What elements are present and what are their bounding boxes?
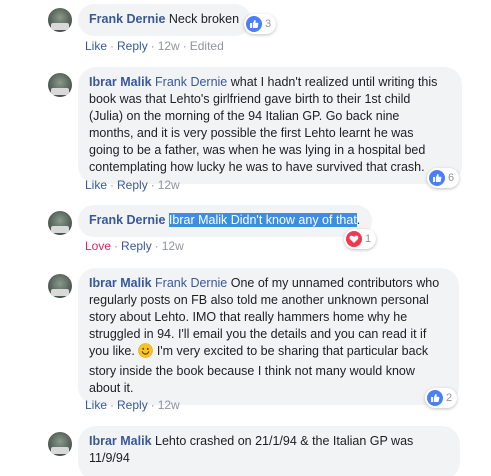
comment-line: contemplating how lucky he was to have s… [89,160,425,174]
reaction-count: 3 [265,18,272,30]
reaction-count-badge[interactable]: 6 [427,168,460,188]
like-icon [429,170,445,186]
reaction-count: 1 [365,233,372,245]
reply-link[interactable]: Reply [117,398,148,412]
comment-author[interactable]: Ibrar Malik [89,434,152,448]
comment-line: months, and it is very possible the firs… [89,126,414,140]
comment-line: (Julia) on the morning of the 94 Italian… [89,109,400,123]
reaction-count-badge[interactable]: 3 [244,14,277,34]
separator-dot: · [114,239,119,253]
comment-author[interactable]: Frank Dernie [89,213,165,227]
love-link[interactable]: Love [85,239,111,253]
reply-link[interactable]: Reply [117,178,148,192]
avatar[interactable] [48,432,72,456]
smiley-emoji-icon [138,343,154,363]
comment-actions: Like · Reply · 12w · Edited [85,38,224,54]
comment-line: going to be a father, was when he was ly… [89,143,426,157]
comment-line: struggled in 94. I'll email you the deta… [89,327,427,341]
comment-bubble: Ibrar Malik Lehto crashed on 21/1/94 & t… [78,426,460,476]
avatar[interactable] [48,8,72,32]
like-icon [427,390,443,406]
comment-bubble: Ibrar Malik Frank Dernie One of my unnam… [78,268,459,405]
reply-link[interactable]: Reply [121,239,152,253]
comment-author[interactable]: Ibrar Malik [89,276,152,290]
reply-link[interactable]: Reply [117,39,148,53]
comment-bubble: Frank Dernie Neck broken [78,4,252,36]
comment-line: Ibrar Malik Lehto crashed on 21/1/94 & t… [89,433,448,450]
comment-bubble: Frank Dernie Ibrar Malik Didn't know any… [78,205,373,237]
comment-author[interactable]: Ibrar Malik [89,75,152,89]
reaction-count-badge[interactable]: 2 [425,388,458,408]
timestamp[interactable]: 12w [162,239,184,253]
heart-icon [346,231,362,247]
comment-actions: Like · Reply · 12w [85,397,180,413]
like-link[interactable]: Like [85,39,107,53]
like-link[interactable]: Like [85,178,107,192]
comment-text: I'm very excited to be sharing that part… [153,344,429,358]
comment-text: Neck broken [168,12,240,26]
mention-link[interactable]: Frank Dernie [155,75,227,89]
separator-dot: · [150,398,155,412]
comment-line: you like. I'm very excited to be sharing… [89,343,447,363]
comment-text: . [356,213,361,227]
reaction-count: 2 [446,392,453,404]
separator-dot: · [154,239,159,253]
comment-text-selected: Didn't know any of that [227,213,357,227]
mention-link[interactable]: Frank Dernie [155,276,227,290]
comment-line: story about Lehto. IMO that really hamme… [89,310,408,324]
comment-line: Ibrar Malik Frank Dernie what I hadn't r… [89,74,450,91]
timestamp[interactable]: 12w [158,39,180,53]
comment-actions: Like · Reply · 12w [85,177,180,193]
avatar[interactable] [48,211,72,235]
reaction-count-badge[interactable]: 1 [344,229,377,249]
comment-line: book was that Lehto's girlfriend gave bi… [89,92,411,106]
timestamp[interactable]: 12w [158,178,180,192]
comment-line: about it. [89,381,134,395]
reaction-count: 6 [448,172,455,184]
avatar[interactable] [48,274,72,298]
mention-link-selected[interactable]: Ibrar Malik [168,213,228,227]
comment-bubble: Ibrar Malik Frank Dernie what I hadn't r… [78,67,462,184]
separator-dot: · [110,39,115,53]
comment-text: you like. [89,344,135,358]
like-link[interactable]: Like [85,398,107,412]
comment-line: 11/9/94 [89,451,130,465]
like-icon [246,16,262,32]
comment-text: Lehto crashed on 21/1/94 & the Italian G… [151,434,414,448]
separator-dot: · [150,178,155,192]
edited-label[interactable]: Edited [190,39,224,53]
comment-actions: Love · Reply · 12w [85,238,184,254]
comment-text: what I hadn't realized until writing thi… [227,75,438,89]
avatar[interactable] [48,73,72,97]
separator-dot: · [182,39,187,53]
comment-line: regularly posts on FB also told me anoth… [89,293,429,307]
comment-line: Ibrar Malik Frank Dernie One of my unnam… [89,275,447,292]
separator-dot: · [150,39,155,53]
comment-author[interactable]: Frank Dernie [89,12,165,26]
comment-text: One of my unnamed contributors who [227,276,440,290]
comment-line: story inside the book because I think no… [89,364,415,378]
timestamp[interactable]: 12w [158,398,180,412]
separator-dot: · [110,398,115,412]
separator-dot: · [110,178,115,192]
